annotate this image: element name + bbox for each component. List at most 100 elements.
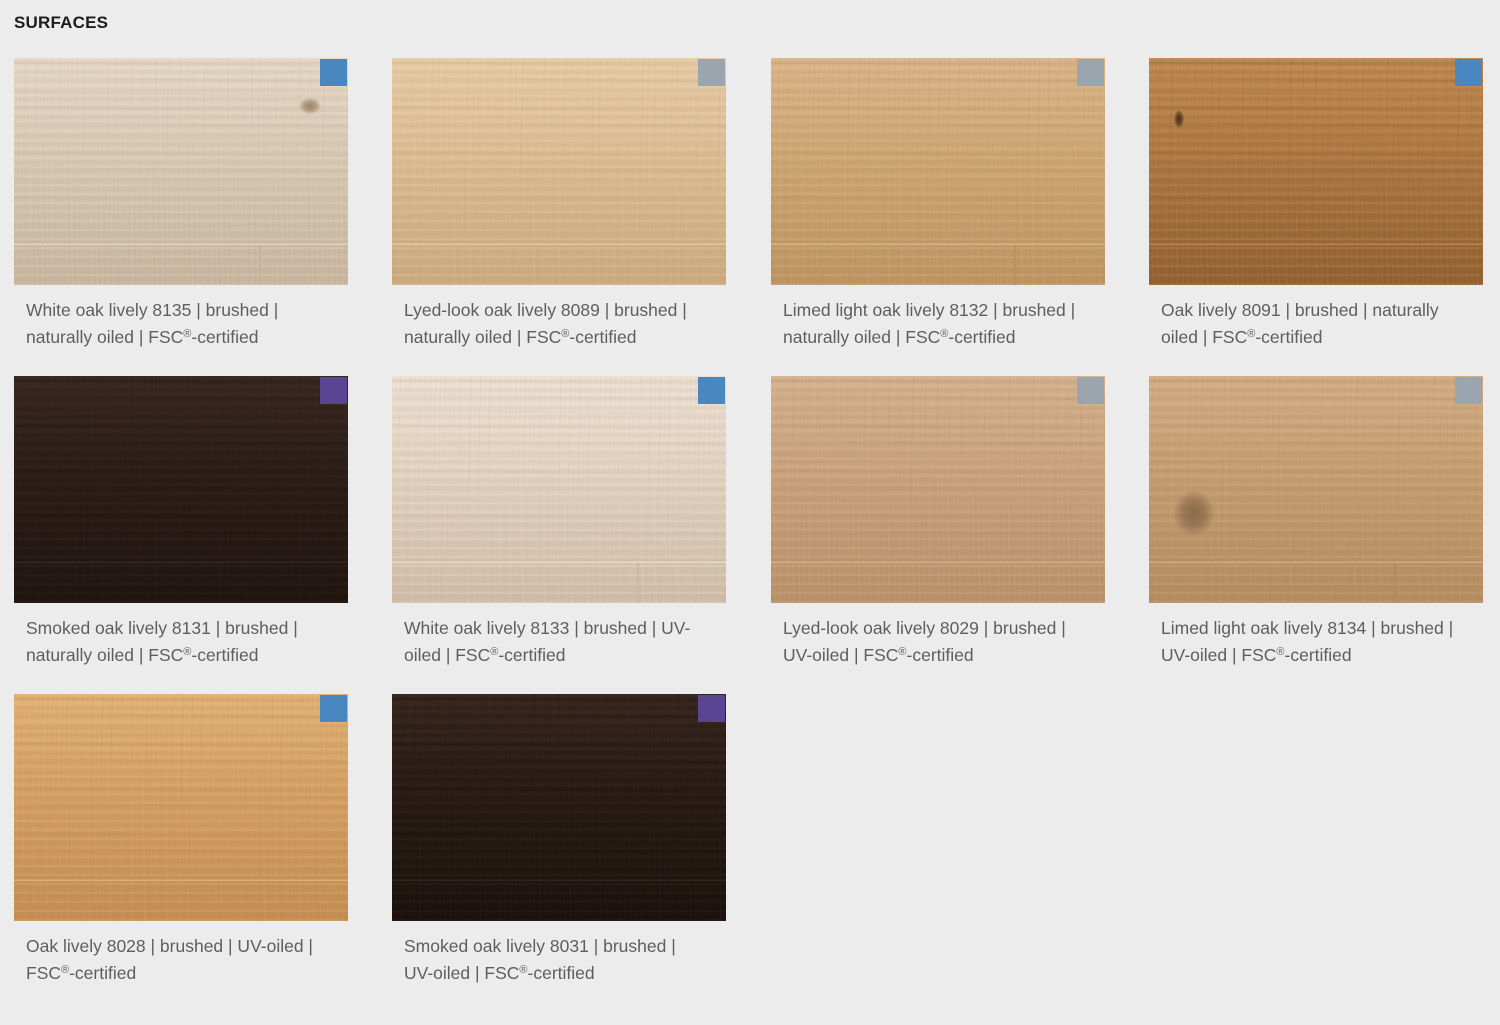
surface-caption: White oak lively 8133 | brushed | UV-oil…: [404, 615, 724, 669]
wood-swatch-image[interactable]: [771, 58, 1105, 285]
caption-line-2: naturally oiled | FSC: [404, 327, 562, 347]
caption-certified: -certified: [569, 327, 637, 347]
caption-line-1: Smoked oak lively 8031 | brushed |: [404, 936, 676, 956]
caption-certified: -certified: [191, 645, 259, 665]
surface-tile[interactable]: Oak lively 8091 | brushed | naturally oil…: [1149, 58, 1483, 351]
plank-seam: [14, 878, 348, 881]
plank-joint: [1014, 245, 1016, 285]
caption-line-1: Oak lively 8091 | brushed | naturally: [1161, 300, 1439, 320]
caption-certified: -certified: [1255, 327, 1323, 347]
section-title: SURFACES: [14, 13, 109, 32]
caption-line-2: oiled | FSC: [1161, 327, 1248, 347]
surface-caption: Oak lively 8091 | brushed | naturally oil…: [1161, 297, 1481, 351]
plank-joint: [259, 245, 261, 285]
wood-swatch-image[interactable]: [14, 694, 348, 921]
colour-category-badge: [698, 695, 725, 722]
surface-caption: Smoked oak lively 8031 | brushed | UV-oil…: [404, 933, 724, 987]
surface-caption: Smoked oak lively 8131 | brushed | natura…: [26, 615, 346, 669]
caption-certified: -certified: [191, 327, 259, 347]
wood-grain-texture: [392, 58, 726, 285]
surface-tile[interactable]: Lyed-look oak lively 8089 | brushed | nat…: [392, 58, 726, 351]
caption-certified: -certified: [1284, 645, 1352, 665]
surface-caption: Lyed-look oak lively 8029 | brushed | UV-…: [783, 615, 1103, 669]
caption-line-1: Lyed-look oak lively 8089 | brushed |: [404, 300, 687, 320]
caption-line-2: FSC: [26, 963, 61, 983]
caption-line-2: oiled | FSC: [404, 645, 491, 665]
colour-category-badge: [320, 695, 347, 722]
colour-category-badge: [320, 377, 347, 404]
caption-certified: -certified: [948, 327, 1016, 347]
surface-tile[interactable]: White oak lively 8135 | brushed | natural…: [14, 58, 348, 351]
caption-certified: -certified: [527, 963, 595, 983]
registered-mark: ®: [519, 964, 528, 976]
caption-line-2: UV-oiled | FSC: [783, 645, 899, 665]
caption-line-2: naturally oiled | FSC: [783, 327, 941, 347]
plank-seam: [1149, 242, 1483, 245]
colour-category-badge: [320, 59, 347, 86]
wood-grain-texture: [1149, 58, 1483, 285]
caption-line-1: Limed light oak lively 8134 | brushed |: [1161, 618, 1454, 638]
wood-swatch-image[interactable]: [14, 58, 348, 285]
plank-seam: [14, 242, 348, 245]
plank-seam: [1149, 560, 1483, 563]
wood-knot: [1174, 491, 1214, 536]
caption-line-2: UV-oiled | FSC: [404, 963, 520, 983]
wood-grain-texture: [14, 58, 348, 285]
wood-swatch-image[interactable]: [392, 376, 726, 603]
surface-caption: Limed light oak lively 8132 | brushed | n…: [783, 297, 1103, 351]
wood-grain-texture: [392, 694, 726, 921]
plank-seam: [392, 242, 726, 245]
wood-grain-texture: [771, 58, 1105, 285]
caption-line-2: naturally oiled | FSC: [26, 327, 184, 347]
wood-grain-texture: [392, 376, 726, 603]
registered-mark: ®: [898, 646, 907, 658]
wood-swatch-image[interactable]: [1149, 58, 1483, 285]
wood-swatch-image[interactable]: [392, 58, 726, 285]
caption-line-1: Lyed-look oak lively 8029 | brushed |: [783, 618, 1066, 638]
colour-category-badge: [698, 377, 725, 404]
surface-caption: Lyed-look oak lively 8089 | brushed | nat…: [404, 297, 724, 351]
surface-tile[interactable]: Lyed-look oak lively 8029 | brushed | UV-…: [771, 376, 1105, 669]
surface-tile[interactable]: Smoked oak lively 8131 | brushed | natura…: [14, 376, 348, 669]
caption-certified: -certified: [69, 963, 137, 983]
caption-certified: -certified: [498, 645, 566, 665]
caption-line-1: Limed light oak lively 8132 | brushed |: [783, 300, 1076, 320]
plank-seam: [771, 560, 1105, 563]
wood-grain-texture: [14, 376, 348, 603]
surface-tile[interactable]: Smoked oak lively 8031 | brushed | UV-oil…: [392, 694, 726, 987]
caption-line-2: naturally oiled | FSC: [26, 645, 184, 665]
caption-line-2: UV-oiled | FSC: [1161, 645, 1277, 665]
surface-tile[interactable]: Oak lively 8028 | brushed | UV-oiled | FS…: [14, 694, 348, 987]
wood-grain-texture: [1149, 376, 1483, 603]
registered-mark: ®: [61, 964, 70, 976]
surface-caption: Limed light oak lively 8134 | brushed | U…: [1161, 615, 1481, 669]
plank-joint: [637, 563, 639, 603]
surface-caption: White oak lively 8135 | brushed | natural…: [26, 297, 346, 351]
surfaces-page: SURFACES White oak lively 8135 | brushed…: [0, 0, 1500, 1025]
colour-category-badge: [1455, 59, 1482, 86]
plank-seam: [392, 560, 726, 563]
wood-knot: [1174, 110, 1184, 128]
colour-category-badge: [1077, 59, 1104, 86]
wood-swatch-image[interactable]: [771, 376, 1105, 603]
registered-mark: ®: [1276, 646, 1285, 658]
wood-swatch-image[interactable]: [392, 694, 726, 921]
caption-line-1: Oak lively 8028 | brushed | UV-oiled |: [26, 936, 313, 956]
caption-line-1: White oak lively 8133 | brushed | UV-: [404, 618, 691, 638]
wood-swatch-image[interactable]: [14, 376, 348, 603]
plank-seam: [392, 878, 726, 881]
plank-seam: [771, 242, 1105, 245]
caption-line-1: White oak lively 8135 | brushed |: [26, 300, 279, 320]
plank-joint: [1394, 563, 1396, 603]
surface-tile[interactable]: White oak lively 8133 | brushed | UV-oil…: [392, 376, 726, 669]
wood-swatch-image[interactable]: [1149, 376, 1483, 603]
plank-seam: [14, 560, 348, 563]
colour-category-badge: [698, 59, 725, 86]
colour-category-badge: [1455, 377, 1482, 404]
surface-tile[interactable]: Limed light oak lively 8132 | brushed | n…: [771, 58, 1105, 351]
wood-grain-texture: [771, 376, 1105, 603]
wood-knot: [299, 98, 321, 114]
caption-certified: -certified: [906, 645, 974, 665]
surface-tile[interactable]: Limed light oak lively 8134 | brushed | U…: [1149, 376, 1483, 669]
surface-caption: Oak lively 8028 | brushed | UV-oiled | FS…: [26, 933, 346, 987]
